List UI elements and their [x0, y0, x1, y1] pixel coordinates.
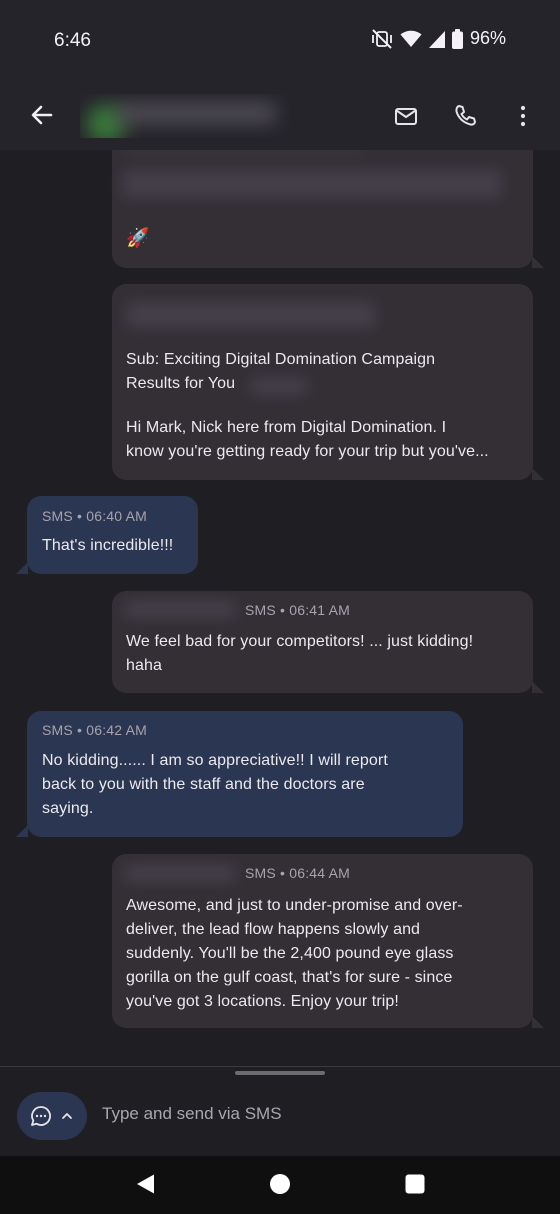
redacted-sender [124, 600, 236, 618]
status-icons: 96% [371, 28, 506, 49]
message-text: know you're getting ready for your trip … [126, 443, 489, 460]
nav-back-icon[interactable] [134, 1173, 156, 1195]
message-text: deliver, the lead flow happens slowly an… [126, 921, 421, 938]
redacted-text [122, 170, 502, 198]
contact-name-redacted [116, 102, 276, 124]
message-meta: SMS • 06:42 AM [42, 722, 147, 738]
message-text: We feel bad for your competitors! ... ju… [126, 633, 474, 650]
message-meta: SMS • 06:41 AM [245, 602, 350, 618]
message-text: you've got 3 locations. Enjoy your trip! [126, 993, 399, 1010]
email-button[interactable] [393, 103, 419, 129]
contact-header-redacted[interactable] [80, 94, 290, 138]
system-nav-bar [0, 1156, 560, 1214]
drag-handle[interactable] [235, 1071, 325, 1075]
message-bubble-outgoing[interactable]: SMS • 06:41 AM We feel bad for your comp… [112, 591, 544, 693]
redacted-text [124, 150, 364, 152]
message-meta: SMS • 06:44 AM [245, 865, 350, 881]
rocket-icon: 🚀 [126, 228, 150, 249]
wifi-icon [400, 30, 422, 48]
back-button[interactable] [27, 100, 57, 130]
message-input[interactable]: Type and send via SMS [102, 1104, 282, 1124]
divider [0, 1066, 560, 1067]
message-text: haha [126, 657, 162, 674]
compose-bar: Type and send via SMS [0, 1076, 560, 1156]
call-button[interactable] [452, 103, 478, 129]
message-bubble-incoming[interactable]: SMS • 06:40 AM That's incredible!!! [16, 496, 198, 574]
message-text: Awesome, and just to under-promise and o… [126, 897, 463, 914]
status-bar: 6:46 96% [0, 0, 560, 82]
message-text: saying. [42, 800, 94, 817]
message-text: Hi Mark, Nick here from Digital Dominati… [126, 419, 447, 436]
redacted-sender [126, 302, 376, 328]
message-text: gorilla on the gulf coast, that's for su… [126, 969, 453, 986]
message-text: Results for You [126, 375, 236, 392]
phone-icon [455, 105, 476, 126]
mail-icon [395, 108, 417, 125]
message-text: That's incredible!!! [42, 537, 174, 554]
message-meta: SMS • 06:40 AM [42, 508, 147, 524]
chevron-up-icon [62, 1113, 72, 1119]
more-vert-icon [520, 105, 526, 127]
nav-home-icon[interactable] [269, 1173, 291, 1195]
more-options-button[interactable] [510, 103, 536, 129]
battery-icon [451, 28, 463, 49]
message-bubble-outgoing[interactable]: SMS • 06:44 AM Awesome, and just to unde… [112, 854, 544, 1028]
message-text: Sub: Exciting Digital Domination Campaig… [126, 351, 436, 368]
message-text: suddenly. You'll be the 2,400 pound eye … [126, 945, 454, 962]
message-text: No kidding...... I am so appreciative!! … [42, 752, 388, 769]
redacted-text [250, 377, 308, 395]
battery-level: 96% [469, 28, 506, 48]
app-bar [0, 82, 560, 150]
message-bubble-incoming[interactable]: SMS • 06:42 AM No kidding...... I am so … [16, 711, 463, 837]
message-bubble-outgoing[interactable]: 🚀 [112, 150, 544, 268]
arrow-left-icon [31, 105, 53, 125]
channel-selector-button[interactable] [17, 1092, 87, 1140]
cell-signal-icon [428, 30, 445, 48]
message-list[interactable]: 🚀 Sub: Exciting Digital Domination Campa… [0, 150, 560, 1065]
vibrate-off-icon [371, 28, 393, 49]
message-bubble-outgoing[interactable]: Sub: Exciting Digital Domination Campaig… [112, 284, 544, 480]
redacted-sender [124, 864, 236, 882]
chat-bubble-icon [31, 1106, 51, 1126]
nav-recents-icon[interactable] [404, 1173, 426, 1195]
status-time: 6:46 [54, 30, 91, 51]
message-text: back to you with the staff and the docto… [42, 776, 365, 793]
